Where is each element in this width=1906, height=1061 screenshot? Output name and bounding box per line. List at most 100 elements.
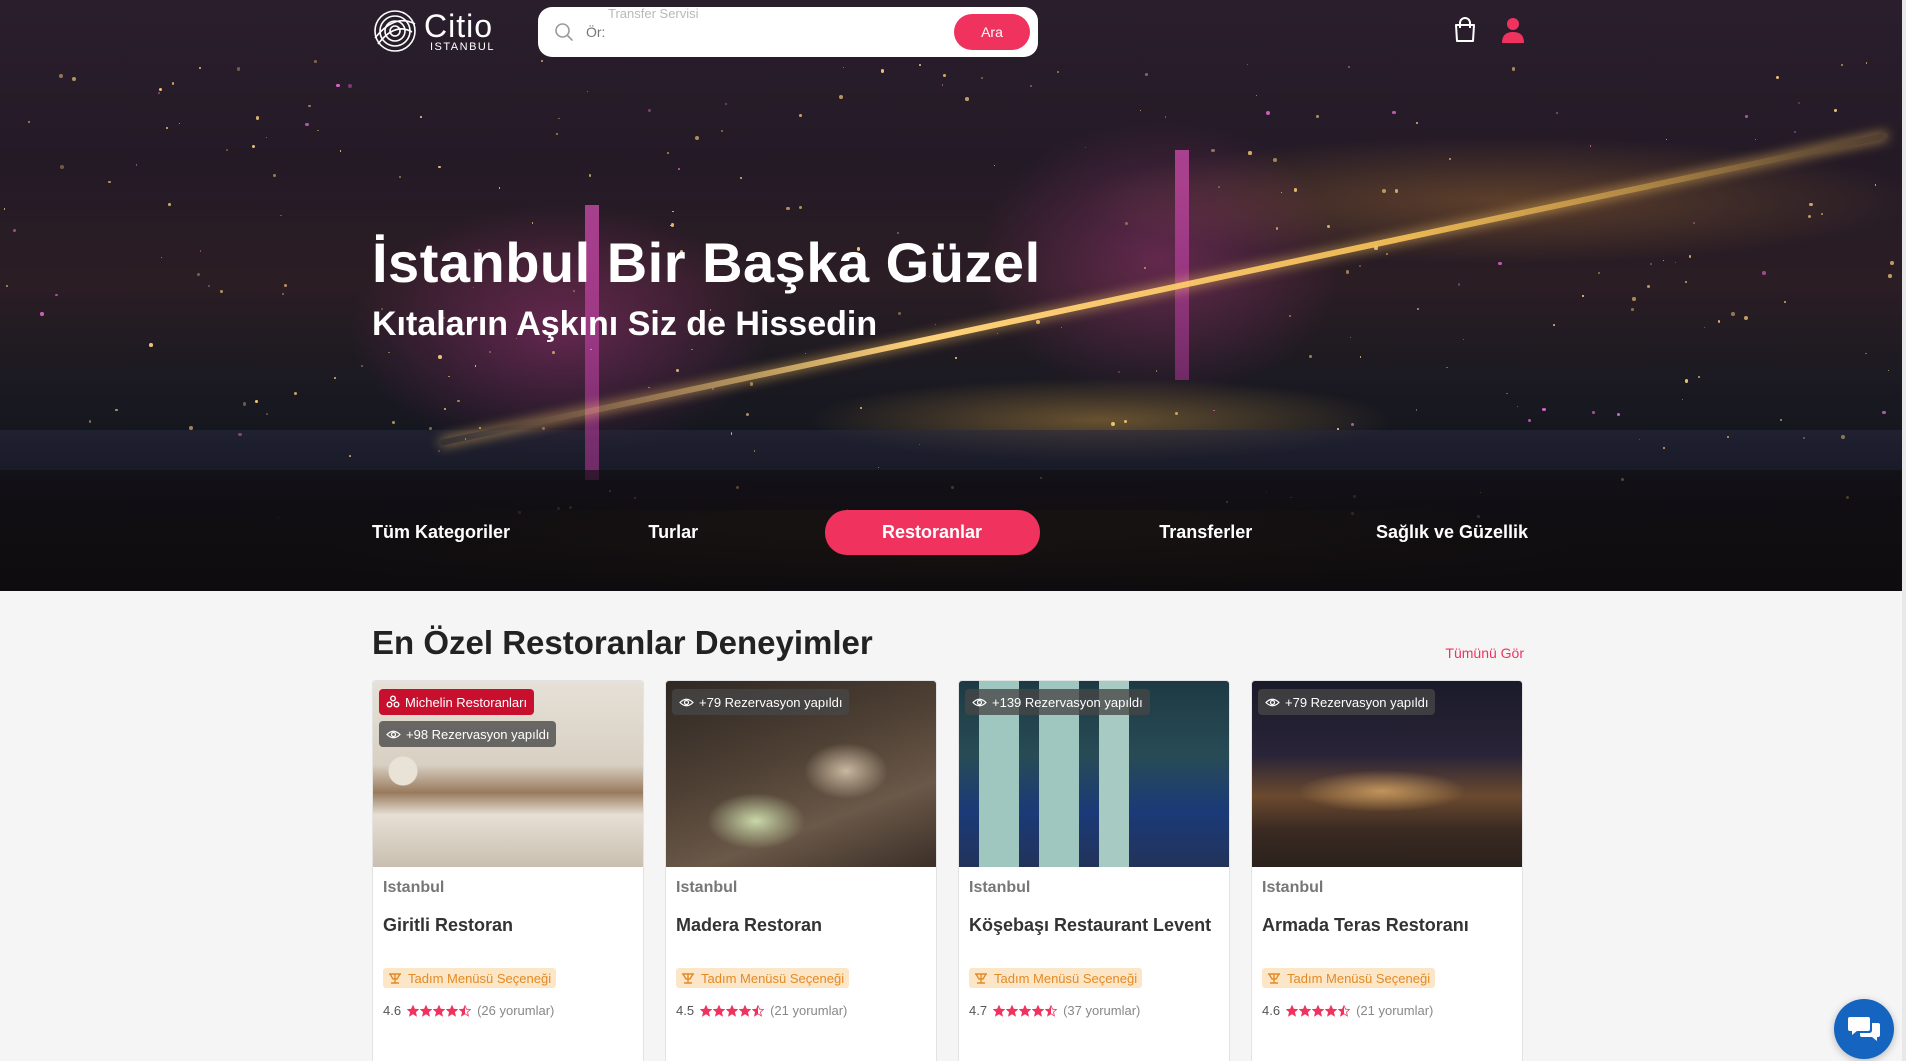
card-name[interactable]: Armada Teras Restoranı	[1262, 915, 1469, 936]
category-restaurants[interactable]: Restoranlar	[824, 510, 1040, 555]
page-scrollbar[interactable]	[1902, 0, 1906, 1061]
city-light	[1541, 407, 1546, 412]
city-light	[980, 76, 983, 79]
restaurant-card[interactable]: +79 Rezervasyon yapıldı Istanbul Armada …	[1251, 680, 1523, 1061]
city-light	[1506, 392, 1508, 395]
city-light	[750, 382, 754, 386]
eye-icon	[679, 698, 694, 706]
city-light	[443, 407, 446, 410]
city-light	[542, 427, 546, 431]
city-light	[334, 376, 337, 379]
city-light	[115, 408, 118, 411]
card-name[interactable]: Giritli Restoran	[383, 915, 513, 936]
restaurant-card[interactable]: +79 Rezervasyon yapıldı Istanbul Madera …	[665, 680, 937, 1061]
category-transfers[interactable]: Transferler	[1136, 510, 1276, 555]
restaurant-image: +79 Rezervasyon yapıldı	[666, 681, 936, 867]
see-all-link[interactable]: Tümünü Gör	[1445, 645, 1524, 661]
city-light	[40, 312, 44, 316]
star-icon	[446, 1004, 459, 1017]
city-light	[843, 66, 845, 68]
star-icon	[1286, 1004, 1299, 1017]
city-light	[1697, 375, 1700, 378]
star-icon	[1325, 1004, 1338, 1017]
logo[interactable]: Citio ISTANBUL	[372, 8, 495, 54]
rating-value: 4.6	[383, 1003, 402, 1018]
city-light	[860, 407, 863, 410]
restaurant-image: +79 Rezervasyon yapıldı	[1252, 681, 1522, 867]
star-icon	[420, 1004, 433, 1017]
city-light	[199, 67, 201, 69]
city-light	[558, 118, 560, 120]
search-input[interactable]	[586, 24, 954, 40]
michelin-icon	[386, 695, 400, 708]
reservation-label: +79 Rezervasyon yapıldı	[1285, 694, 1429, 710]
city-light	[1582, 295, 1584, 297]
city-light	[955, 357, 957, 359]
dining-icon	[682, 973, 694, 984]
dining-icon	[389, 973, 401, 984]
city-light	[996, 332, 998, 335]
category-tours[interactable]: Turlar	[618, 510, 728, 555]
city-light	[168, 203, 171, 206]
city-light	[1685, 281, 1687, 283]
city-light	[590, 349, 592, 351]
city-light	[1175, 411, 1179, 415]
city-light	[339, 149, 342, 152]
city-light	[1280, 191, 1283, 194]
search-button[interactable]: Ara	[954, 14, 1030, 50]
city-light	[1675, 262, 1677, 264]
city-light	[251, 145, 256, 149]
cart-icon[interactable]	[1452, 16, 1478, 44]
city-light	[1780, 418, 1783, 421]
city-light	[265, 136, 267, 139]
card-name[interactable]: Köşebaşı Restaurant Levent	[969, 915, 1211, 936]
city-light	[282, 293, 285, 295]
city-light	[1084, 147, 1086, 149]
city-light	[691, 348, 693, 351]
city-light	[157, 92, 160, 94]
search-icon	[555, 23, 573, 41]
city-light	[171, 82, 175, 85]
city-light	[149, 343, 153, 347]
city-light	[965, 96, 969, 101]
city-light	[255, 116, 260, 120]
tasting-menu-tag: Tadım Menüsü Seçeneği	[969, 968, 1143, 988]
city-light	[676, 369, 679, 373]
city-light	[1803, 437, 1806, 440]
star-icon	[433, 1004, 446, 1017]
restaurant-card[interactable]: Michelin Restoranları +98 Rezervasyon ya…	[372, 680, 644, 1061]
city-light	[1023, 317, 1028, 322]
city-light	[877, 466, 879, 469]
city-light	[1834, 109, 1837, 112]
city-light	[1527, 418, 1532, 423]
city-light	[1783, 300, 1787, 304]
city-light	[1394, 189, 1399, 194]
restaurant-card[interactable]: +139 Rezervasyon yapıldı Istanbul Köşeba…	[958, 680, 1230, 1061]
city-light	[1029, 84, 1033, 88]
city-light	[317, 129, 319, 132]
city-light	[1498, 261, 1502, 265]
city-light	[1385, 253, 1388, 256]
city-light	[479, 427, 481, 429]
star-icon	[739, 1004, 752, 1017]
city-light	[1684, 379, 1688, 383]
rating-value: 4.6	[1262, 1003, 1281, 1018]
tasting-menu-tag: Tadım Menüsü Seçeneği	[383, 968, 557, 988]
city-light	[898, 311, 902, 315]
card-name[interactable]: Madera Restoran	[676, 915, 822, 936]
city-light	[1598, 271, 1601, 275]
user-icon[interactable]	[1500, 16, 1526, 44]
star-icon	[407, 1004, 420, 1017]
reservation-badge: +98 Rezervasyon yapıldı	[379, 721, 557, 747]
category-all[interactable]: Tüm Kategoriler	[372, 510, 522, 555]
chat-button[interactable]	[1834, 999, 1894, 1059]
restaurant-cards: Michelin Restoranları +98 Rezervasyon ya…	[372, 680, 1523, 1061]
city-light	[1350, 422, 1354, 427]
city-light	[1446, 366, 1448, 369]
star-icon	[700, 1004, 713, 1017]
city-light	[1275, 226, 1279, 230]
city-light	[1511, 67, 1516, 71]
category-health-beauty[interactable]: Sağlık ve Güzellik	[1372, 510, 1532, 555]
city-light	[1164, 115, 1167, 118]
city-light	[1681, 399, 1684, 401]
